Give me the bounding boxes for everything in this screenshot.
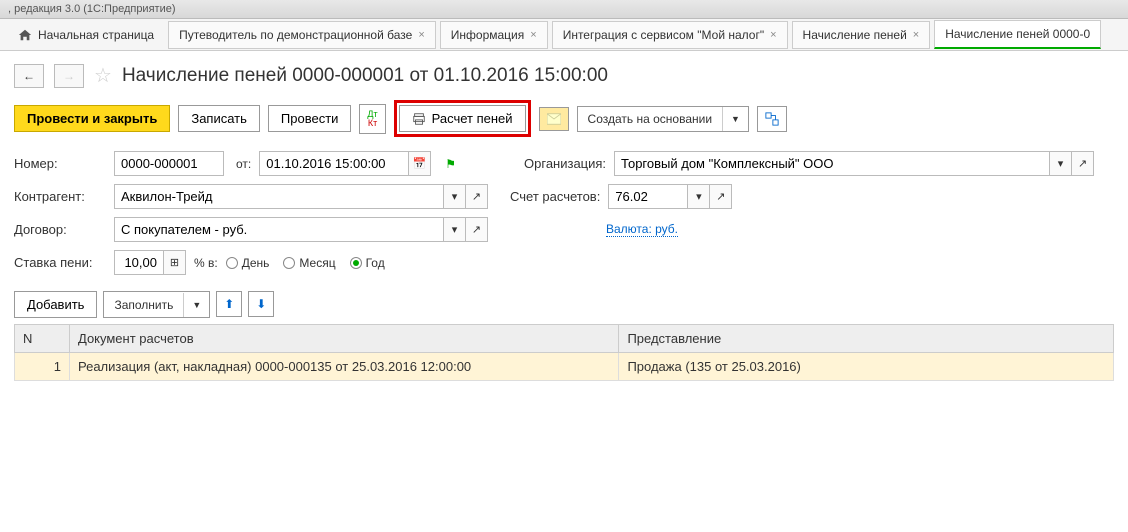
col-repr[interactable]: Представление xyxy=(619,325,1114,353)
chevron-down-icon: ▼ xyxy=(184,295,209,315)
radio-label: Год xyxy=(366,256,385,270)
tab-label: Информация xyxy=(451,28,524,42)
tab-penalty-doc[interactable]: Начисление пеней 0000-0 xyxy=(934,20,1101,49)
open-icon[interactable]: ↗ xyxy=(466,184,488,209)
tab-label: Начисление пеней xyxy=(803,28,907,42)
contract-input[interactable] xyxy=(114,217,444,242)
related-icon xyxy=(765,112,779,126)
from-label: от: xyxy=(236,157,251,171)
home-icon xyxy=(18,28,32,42)
close-icon[interactable]: × xyxy=(530,29,536,41)
account-input[interactable] xyxy=(608,184,688,209)
tab-label: Интеграция с сервисом "Мой налог" xyxy=(563,28,764,42)
move-down-button[interactable]: ⬇ xyxy=(248,291,274,317)
cell-repr: Продажа (135 от 25.03.2016) xyxy=(619,353,1114,381)
chevron-down-icon[interactable]: ▾ xyxy=(688,184,710,209)
mail-icon xyxy=(547,113,561,125)
col-doc[interactable]: Документ расчетов xyxy=(70,325,619,353)
radio-icon xyxy=(350,257,362,269)
create-based-dropdown[interactable]: Создать на основании ▼ xyxy=(577,106,749,132)
rate-label: Ставка пени: xyxy=(14,255,106,270)
chevron-down-icon[interactable]: ▾ xyxy=(1050,151,1072,176)
post-button[interactable]: Провести xyxy=(268,105,352,132)
add-button[interactable]: Добавить xyxy=(14,291,97,318)
tab-integration[interactable]: Интеграция с сервисом "Мой налог" × xyxy=(552,21,788,49)
chevron-down-icon[interactable]: ▾ xyxy=(444,217,466,242)
calendar-icon[interactable]: 📅 xyxy=(409,151,431,176)
tab-label: Начисление пеней 0000-0 xyxy=(945,27,1090,41)
rate-input[interactable] xyxy=(114,250,164,275)
radio-icon xyxy=(226,257,238,269)
form: Номер: от: 📅 ⚑ Организация: ▾ ↗ Контраге… xyxy=(0,147,1128,287)
home-tab-label: Начальная страница xyxy=(38,28,154,42)
open-icon[interactable]: ↗ xyxy=(1072,151,1094,176)
table-row[interactable]: 1 Реализация (акт, накладная) 0000-00013… xyxy=(15,353,1114,381)
chevron-down-icon: ▼ xyxy=(723,109,748,129)
documents-table: N Документ расчетов Представление 1 Реал… xyxy=(14,324,1114,381)
date-input[interactable] xyxy=(259,151,409,176)
radio-year[interactable]: Год xyxy=(350,256,385,270)
number-input[interactable] xyxy=(114,151,224,176)
fill-label: Заполнить xyxy=(104,293,184,317)
open-icon[interactable]: ↗ xyxy=(710,184,732,209)
printer-icon xyxy=(412,112,426,126)
contract-label: Договор: xyxy=(14,222,106,237)
currency-link[interactable]: Валюта: руб. xyxy=(606,222,678,237)
flag-icon[interactable]: ⚑ xyxy=(445,157,456,171)
move-up-button[interactable]: ⬆ xyxy=(216,291,242,317)
chevron-down-icon[interactable]: ▾ xyxy=(444,184,466,209)
period-radio-group: День Месяц Год xyxy=(226,256,385,270)
favorite-icon[interactable]: ☆ xyxy=(94,63,112,88)
window-titlebar: , редакция 3.0 (1С:Предприятие) xyxy=(0,0,1128,19)
tab-label: Путеводитель по демонстрационной базе xyxy=(179,28,412,42)
dtkt-icon: ДтКт xyxy=(367,110,377,128)
close-icon[interactable]: × xyxy=(418,29,424,41)
page-title: Начисление пеней 0000-000001 от 01.10.20… xyxy=(122,65,608,87)
tab-guide[interactable]: Путеводитель по демонстрационной базе × xyxy=(168,21,436,49)
open-icon[interactable]: ↗ xyxy=(466,217,488,242)
period-label: % в: xyxy=(194,256,218,270)
fill-dropdown[interactable]: Заполнить ▼ xyxy=(103,291,210,318)
radio-icon xyxy=(283,257,295,269)
close-icon[interactable]: × xyxy=(913,29,919,41)
mail-button[interactable] xyxy=(539,107,569,131)
related-button[interactable] xyxy=(757,106,787,132)
radio-label: День xyxy=(242,256,270,270)
tab-penalty[interactable]: Начисление пеней × xyxy=(792,21,931,49)
back-button[interactable]: ← xyxy=(14,64,44,88)
close-icon[interactable]: × xyxy=(770,29,776,41)
table-toolbar: Добавить Заполнить ▼ ⬆ ⬇ xyxy=(0,287,1128,322)
col-n[interactable]: N xyxy=(15,325,70,353)
calculator-icon[interactable]: ⊞ xyxy=(164,250,186,275)
number-label: Номер: xyxy=(14,156,106,171)
create-based-label: Создать на основании xyxy=(578,107,724,131)
print-button-label: Расчет пеней xyxy=(432,111,513,126)
cell-n: 1 xyxy=(15,353,70,381)
tab-bar: Начальная страница Путеводитель по демон… xyxy=(0,19,1128,51)
toolbar: Провести и закрыть Записать Провести ДтК… xyxy=(0,96,1128,147)
account-label: Счет расчетов: xyxy=(510,189,600,204)
radio-month[interactable]: Месяц xyxy=(283,256,335,270)
print-button[interactable]: Расчет пеней xyxy=(399,105,526,132)
radio-label: Месяц xyxy=(299,256,335,270)
counterparty-input[interactable] xyxy=(114,184,444,209)
org-input[interactable] xyxy=(614,151,1050,176)
cell-doc: Реализация (акт, накладная) 0000-000135 … xyxy=(70,353,619,381)
dtkt-button[interactable]: ДтКт xyxy=(359,104,385,134)
post-and-close-button[interactable]: Провести и закрыть xyxy=(14,105,170,132)
tab-info[interactable]: Информация × xyxy=(440,21,548,49)
save-button[interactable]: Записать xyxy=(178,105,260,132)
org-label: Организация: xyxy=(524,156,606,171)
forward-button[interactable]: → xyxy=(54,64,84,88)
counterparty-label: Контрагент: xyxy=(14,189,106,204)
header: ← → ☆ Начисление пеней 0000-000001 от 01… xyxy=(0,51,1128,96)
highlight-annotation: Расчет пеней xyxy=(394,100,531,137)
home-tab[interactable]: Начальная страница xyxy=(8,22,164,48)
table-header-row: N Документ расчетов Представление xyxy=(15,325,1114,353)
radio-day[interactable]: День xyxy=(226,256,270,270)
